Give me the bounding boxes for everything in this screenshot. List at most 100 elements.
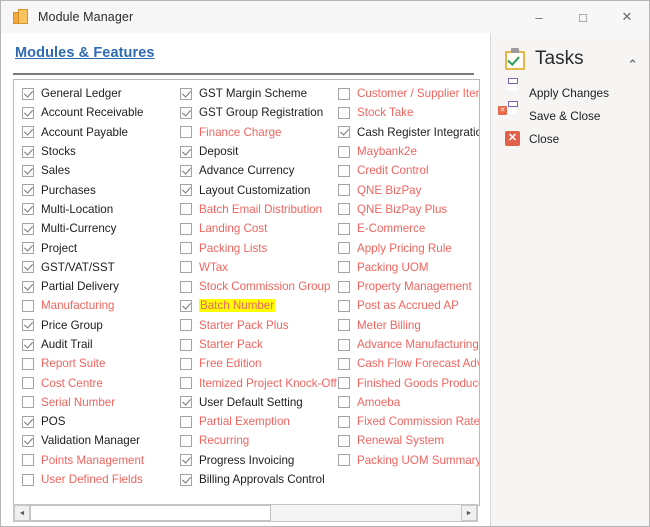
checkbox-unchecked-icon[interactable] [338, 87, 350, 100]
module-row[interactable]: Packing Lists [176, 238, 334, 257]
checkbox-checked-icon[interactable] [22, 242, 34, 255]
module-row[interactable]: Price Group [18, 316, 176, 335]
checkbox-unchecked-icon[interactable] [338, 338, 350, 351]
checkbox-checked-icon[interactable] [22, 203, 34, 216]
checkbox-unchecked-icon[interactable] [338, 242, 350, 255]
module-row[interactable]: Points Management [18, 451, 176, 470]
checkbox-checked-icon[interactable] [180, 396, 192, 409]
checkbox-unchecked-icon[interactable] [180, 319, 192, 332]
module-row[interactable]: Sales [18, 161, 176, 180]
checkbox-unchecked-icon[interactable] [180, 377, 192, 390]
checkbox-unchecked-icon[interactable] [338, 164, 350, 177]
checkbox-unchecked-icon[interactable] [338, 280, 350, 293]
checkbox-unchecked-icon[interactable] [338, 396, 350, 409]
checkbox-checked-icon[interactable] [22, 126, 34, 139]
module-row[interactable]: QNE BizPay [334, 180, 479, 199]
checkbox-unchecked-icon[interactable] [180, 434, 192, 447]
checkbox-unchecked-icon[interactable] [180, 126, 192, 139]
module-row[interactable]: Multi-Currency [18, 219, 176, 238]
checkbox-unchecked-icon[interactable] [338, 184, 350, 197]
module-row[interactable]: WTax [176, 258, 334, 277]
module-row[interactable]: Packing UOM [334, 258, 479, 277]
module-row[interactable]: Manufacturing [18, 296, 176, 315]
module-row[interactable]: GST Group Registration [176, 103, 334, 122]
close-window-button[interactable]: ✕ [605, 1, 649, 33]
module-row[interactable]: Purchases [18, 180, 176, 199]
module-row[interactable]: Partial Exemption [176, 412, 334, 431]
module-row[interactable]: Maybank2e [334, 142, 479, 161]
module-row[interactable]: Project [18, 238, 176, 257]
module-row[interactable]: Progress Invoicing [176, 451, 334, 470]
checkbox-unchecked-icon[interactable] [180, 203, 192, 216]
checkbox-unchecked-icon[interactable] [338, 203, 350, 216]
checkbox-unchecked-icon[interactable] [22, 473, 34, 486]
module-row[interactable]: Advance Manufacturing [334, 335, 479, 354]
checkbox-checked-icon[interactable] [22, 415, 34, 428]
checkbox-checked-icon[interactable] [180, 184, 192, 197]
module-row[interactable]: Cost Centre [18, 373, 176, 392]
checkbox-unchecked-icon[interactable] [338, 415, 350, 428]
checkbox-unchecked-icon[interactable] [180, 415, 192, 428]
checkbox-unchecked-icon[interactable] [338, 299, 350, 312]
checkbox-checked-icon[interactable] [22, 184, 34, 197]
checkbox-unchecked-icon[interactable] [338, 261, 350, 274]
module-row[interactable]: Account Payable [18, 123, 176, 142]
module-row[interactable]: Stocks [18, 142, 176, 161]
checkbox-checked-icon[interactable] [22, 145, 34, 158]
module-row[interactable]: Renewal System [334, 431, 479, 450]
horizontal-scrollbar[interactable]: ◄ ► [13, 504, 478, 522]
close-button[interactable]: ✕ Close [491, 127, 649, 150]
checkbox-checked-icon[interactable] [22, 280, 34, 293]
module-row[interactable]: QNE BizPay Plus [334, 200, 479, 219]
module-row[interactable]: Packing UOM Summary [334, 451, 479, 470]
checkbox-unchecked-icon[interactable] [22, 377, 34, 390]
module-row[interactable]: Billing Approvals Control [176, 470, 334, 489]
module-row[interactable]: Stock Commission Group [176, 277, 334, 296]
module-row[interactable]: Property Management [334, 277, 479, 296]
module-row[interactable]: Cash Register Integration [334, 123, 479, 142]
module-row[interactable]: GST Margin Scheme [176, 84, 334, 103]
checkbox-unchecked-icon[interactable] [22, 396, 34, 409]
checkbox-unchecked-icon[interactable] [180, 280, 192, 293]
module-row[interactable]: Fixed Commission Rates [334, 412, 479, 431]
checkbox-unchecked-icon[interactable] [180, 338, 192, 351]
checkbox-unchecked-icon[interactable] [338, 145, 350, 158]
checkbox-unchecked-icon[interactable] [338, 357, 350, 370]
module-row[interactable]: Layout Customization [176, 180, 334, 199]
module-row[interactable]: Landing Cost [176, 219, 334, 238]
module-row[interactable]: Serial Number [18, 393, 176, 412]
maximize-button[interactable]: □ [561, 1, 605, 33]
module-row[interactable]: Amoeba [334, 393, 479, 412]
checkbox-checked-icon[interactable] [180, 106, 192, 119]
module-row[interactable]: General Ledger [18, 84, 176, 103]
module-row[interactable]: Free Edition [176, 354, 334, 373]
checkbox-checked-icon[interactable] [180, 164, 192, 177]
module-row[interactable]: Deposit [176, 142, 334, 161]
checkbox-checked-icon[interactable] [22, 434, 34, 447]
checkbox-checked-icon[interactable] [180, 454, 192, 467]
module-row[interactable]: Starter Pack [176, 335, 334, 354]
scrollbar-thumb[interactable] [30, 505, 272, 521]
module-row[interactable]: Audit Trail [18, 335, 176, 354]
module-row[interactable]: Validation Manager [18, 431, 176, 450]
scrollbar-track[interactable] [30, 505, 461, 521]
checkbox-unchecked-icon[interactable] [338, 222, 350, 235]
module-row[interactable]: Itemized Project Knock-Off [176, 373, 337, 392]
module-row[interactable]: Customer / Supplier Item [334, 84, 479, 103]
checkbox-checked-icon[interactable] [22, 338, 34, 351]
module-row[interactable]: User Defined Fields [18, 470, 176, 489]
module-row[interactable]: Post as Accrued AP [334, 296, 479, 315]
module-row[interactable]: Apply Pricing Rule [334, 238, 479, 257]
checkbox-unchecked-icon[interactable] [338, 454, 350, 467]
module-row[interactable]: Partial Delivery [18, 277, 176, 296]
checkbox-unchecked-icon[interactable] [22, 357, 34, 370]
module-row[interactable]: Stock Take [334, 103, 479, 122]
checkbox-unchecked-icon[interactable] [180, 261, 192, 274]
checkbox-unchecked-icon[interactable] [180, 242, 192, 255]
checkbox-checked-icon[interactable] [22, 87, 34, 100]
checkbox-checked-icon[interactable] [22, 164, 34, 177]
scroll-right-arrow-icon[interactable]: ► [461, 505, 477, 521]
module-row[interactable]: User Default Setting [176, 393, 334, 412]
checkbox-checked-icon[interactable] [180, 145, 192, 158]
module-row[interactable]: Finance Charge [176, 123, 334, 142]
